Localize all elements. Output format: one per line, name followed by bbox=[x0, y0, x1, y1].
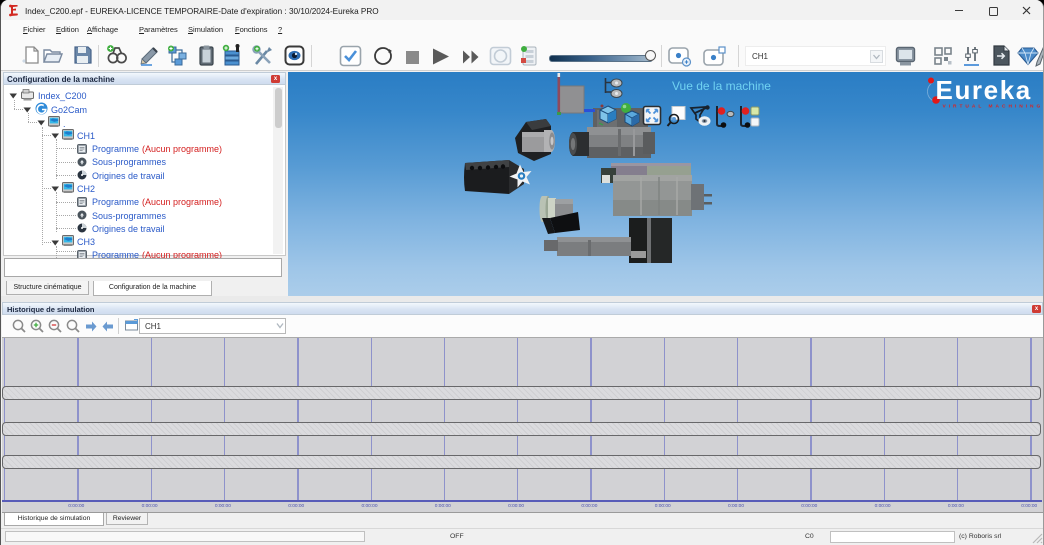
svg-text:VIRTUAL MACHINING: VIRTUAL MACHINING bbox=[943, 104, 1044, 110]
svg-text:Εureka: Εureka bbox=[936, 75, 1032, 105]
